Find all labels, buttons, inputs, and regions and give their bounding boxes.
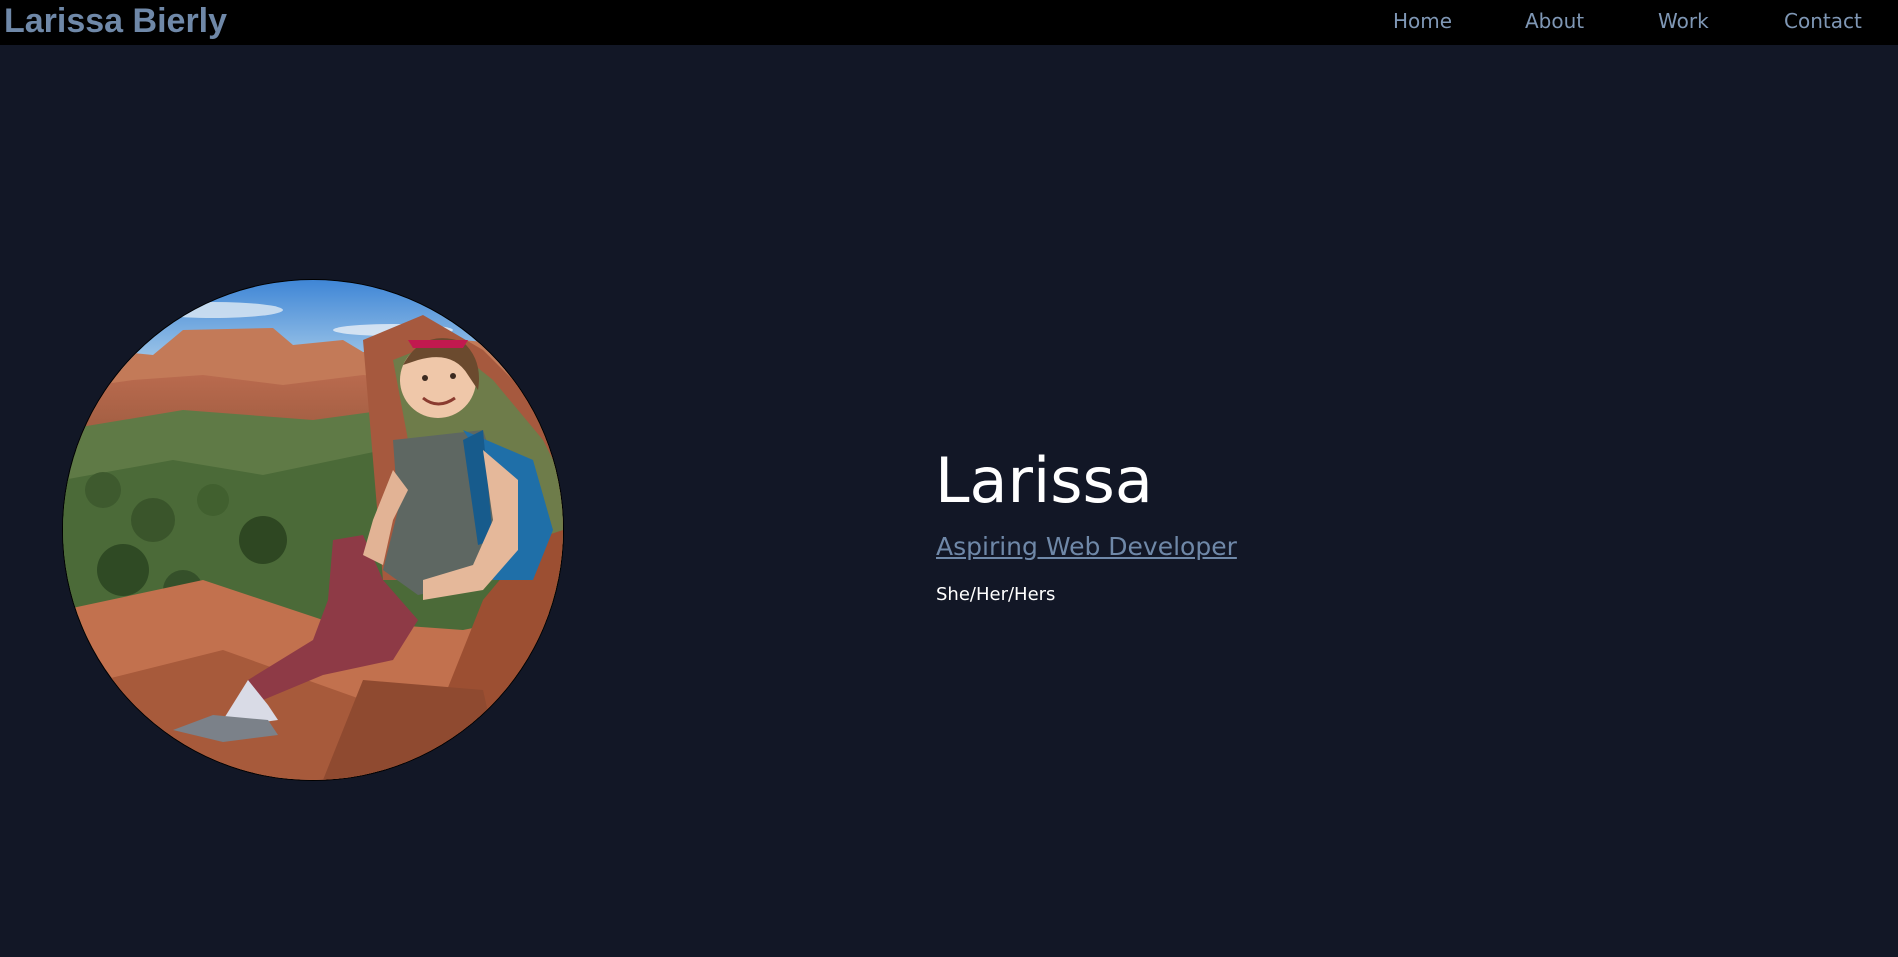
- hero-name: Larissa: [935, 444, 1153, 517]
- profile-photo: [63, 280, 563, 780]
- site-logo-link[interactable]: Larissa Bierly: [4, 0, 227, 45]
- hero-pronouns: She/Her/Hers: [936, 584, 1056, 605]
- nav-link-contact[interactable]: Contact: [1784, 0, 1862, 45]
- site-header: Larissa Bierly Home About Work Contact: [0, 0, 1898, 45]
- hero-role-link[interactable]: Aspiring Web Developer: [936, 531, 1237, 563]
- profile-photo-illustration: [63, 280, 563, 780]
- nav-link-home[interactable]: Home: [1393, 0, 1452, 45]
- nav-link-about[interactable]: About: [1525, 0, 1584, 45]
- nav-link-work[interactable]: Work: [1658, 0, 1709, 45]
